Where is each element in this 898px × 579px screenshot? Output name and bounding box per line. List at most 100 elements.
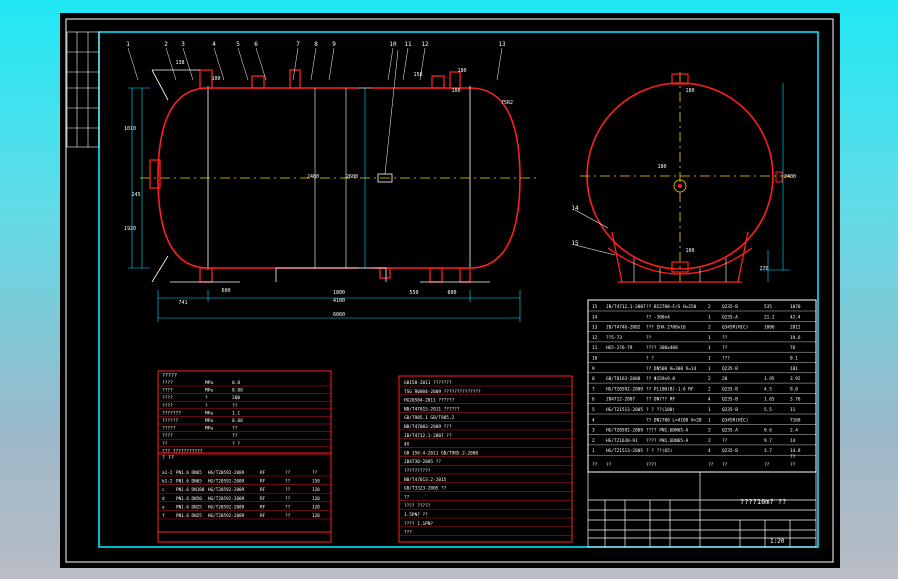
pipe-cell: 120 <box>312 487 320 493</box>
bom-cell: ???? 300x400 <box>646 345 678 351</box>
balloon-number: 6 <box>254 41 258 48</box>
tech-param: ???? <box>162 395 173 401</box>
bom-cell: 10 <box>592 356 598 362</box>
pipe-cell: 150 <box>312 479 320 485</box>
pipe-cell: ?? <box>285 496 291 502</box>
bom-cell: HG/T21513-2005 <box>606 407 643 413</box>
bom-cell: 7168 <box>790 417 801 423</box>
leader-line <box>328 47 335 81</box>
bom-cell: 2.4 <box>790 428 798 434</box>
pipe-cell: HG/T20592-2009 <box>208 513 245 519</box>
bom-cell: 4 <box>708 448 711 454</box>
bom-cell: 21.2 <box>764 314 775 320</box>
dimension-text: 180 <box>685 88 694 94</box>
bom-cell: 14 <box>592 314 598 320</box>
spec-line: GB 150.4-2011 GB/T985.2-2008 <box>404 450 478 456</box>
dimension-text: 180 <box>457 68 466 74</box>
dimension-text: 6060 <box>333 312 345 318</box>
balloon-number: 7 <box>296 41 300 48</box>
pipe-cell: a1-2 <box>162 470 173 476</box>
spec-line: GB150-2011 ??????? <box>404 380 452 386</box>
dimension-text: 138 <box>175 60 184 66</box>
bom-cell: 1 <box>708 345 711 351</box>
bom-cell: 1.95 <box>764 376 775 382</box>
bom-cell: 9 <box>592 366 595 372</box>
tech-unit: MPa <box>205 410 213 416</box>
tech-value: 1.1 <box>232 410 240 416</box>
balloon-number: 3 <box>181 41 185 48</box>
bom-cell: JB/T4712.1-2007 <box>606 304 646 310</box>
bom-cell: 3 <box>592 428 595 434</box>
tech-param: ???? <box>162 403 173 409</box>
bom-cell: 2 <box>708 438 711 444</box>
bom-cell: HG/T20592-2009 <box>606 428 643 434</box>
bom-cell: 76 <box>790 345 796 351</box>
tech-value: ? ? <box>232 441 240 447</box>
tech-value: ?? <box>232 426 238 432</box>
bom-cell: 4 <box>708 397 711 403</box>
tech-param: ??????? <box>162 410 181 416</box>
dimension-text: 270 <box>759 266 768 272</box>
spec-line: GB/T3323-2005 ?? <box>404 486 447 492</box>
bom-cell: 3.7 <box>764 448 772 454</box>
front-view <box>128 49 540 322</box>
bom-cell: ?? Φ159x9.0 <box>646 376 675 382</box>
pipe-cell: ?? <box>285 504 291 510</box>
bom-header: ?? <box>764 462 770 468</box>
tech-param: ?????? <box>162 418 179 424</box>
bom-cell: 13 <box>592 325 598 331</box>
bom-cell: 181 <box>790 366 798 372</box>
spec-line: TSG R0004-2009 ?????????????? <box>404 389 481 395</box>
pipe-cell: PN1.6 DN25 <box>176 513 202 519</box>
tech-unit: ? <box>205 395 208 401</box>
bom-cell: 6 <box>592 397 595 403</box>
pipe-cell: PN1.6 DN65 <box>176 479 202 485</box>
bom-cell: 1 <box>592 448 595 454</box>
dimension-text: 180 <box>657 164 666 170</box>
spec-line: NB/T47013.2-2015 <box>404 477 447 483</box>
bom-cell: ? ? ??(65) <box>646 448 672 454</box>
bom-cell: 4 <box>592 417 595 423</box>
dimension-text: 2400 <box>784 174 796 180</box>
bom-cell: HG/T21513-2005 <box>606 448 643 454</box>
inner-frame <box>98 31 819 548</box>
bom-cell: 1 <box>708 335 711 341</box>
spec-line: 1.5PN? ?? <box>404 512 428 518</box>
bom-cell: 20 <box>722 376 728 382</box>
bom-cell: 4.5 <box>764 386 772 392</box>
tech-unit: ? <box>205 403 208 409</box>
dimension-text: 1920 <box>124 226 136 232</box>
bom-header: ?? <box>708 462 714 468</box>
tech-unit: MPa <box>205 418 213 424</box>
balloon-number: 4 <box>212 41 216 48</box>
dimension-text: 600 <box>221 288 230 294</box>
bom-header: ???? <box>646 462 657 468</box>
bom-cell: Q235-A <box>722 428 738 434</box>
bom-header: ?? <box>606 462 612 468</box>
bom-cell: ?? <box>646 335 652 341</box>
balloon-number: 10 <box>389 41 397 48</box>
bom-cell: 1.65 <box>764 397 775 403</box>
bom-cell: ?? DN500 H=300 δ=14 <box>646 366 697 372</box>
spec-line: ???? 1.1PN? <box>404 521 433 527</box>
tech-unit: MPa <box>205 380 213 386</box>
drawing-canvas[interactable]: 1 2 3 4 5 6 7 8 9 10 11 12 13 14 15 6060 4100 1800 741 600… <box>60 13 840 568</box>
bom-cell: HG/T21630-91 <box>606 438 638 444</box>
bom-cell: 8 <box>592 376 595 382</box>
dimension-text: 600 <box>447 290 456 296</box>
balloon-group: 1 2 3 4 5 6 7 8 9 10 11 12 131415 <box>126 41 579 247</box>
bom-cell: ?? PL100(B)-1.6 RF <box>646 386 694 392</box>
dimension-text: 156 <box>413 72 422 78</box>
tech-value: 0.88 <box>232 388 243 394</box>
dimension-text: 100 <box>211 76 220 82</box>
pipe-cell: 120 <box>312 513 320 519</box>
pipe-cell: RF <box>260 479 266 485</box>
bom-cell: ?? BI2700-F/S H=250 <box>646 304 697 310</box>
bom-cell: 1 <box>708 314 711 320</box>
dimension-text: 4100 <box>333 298 345 304</box>
tech-param: ??? ??????????? <box>162 448 203 454</box>
tech-param: ????? <box>162 426 176 432</box>
title-block <box>587 471 817 548</box>
bom-cell: ???? PN1.6DN65-A <box>646 438 689 444</box>
bom-cell: ?? -300x4 <box>646 314 670 320</box>
